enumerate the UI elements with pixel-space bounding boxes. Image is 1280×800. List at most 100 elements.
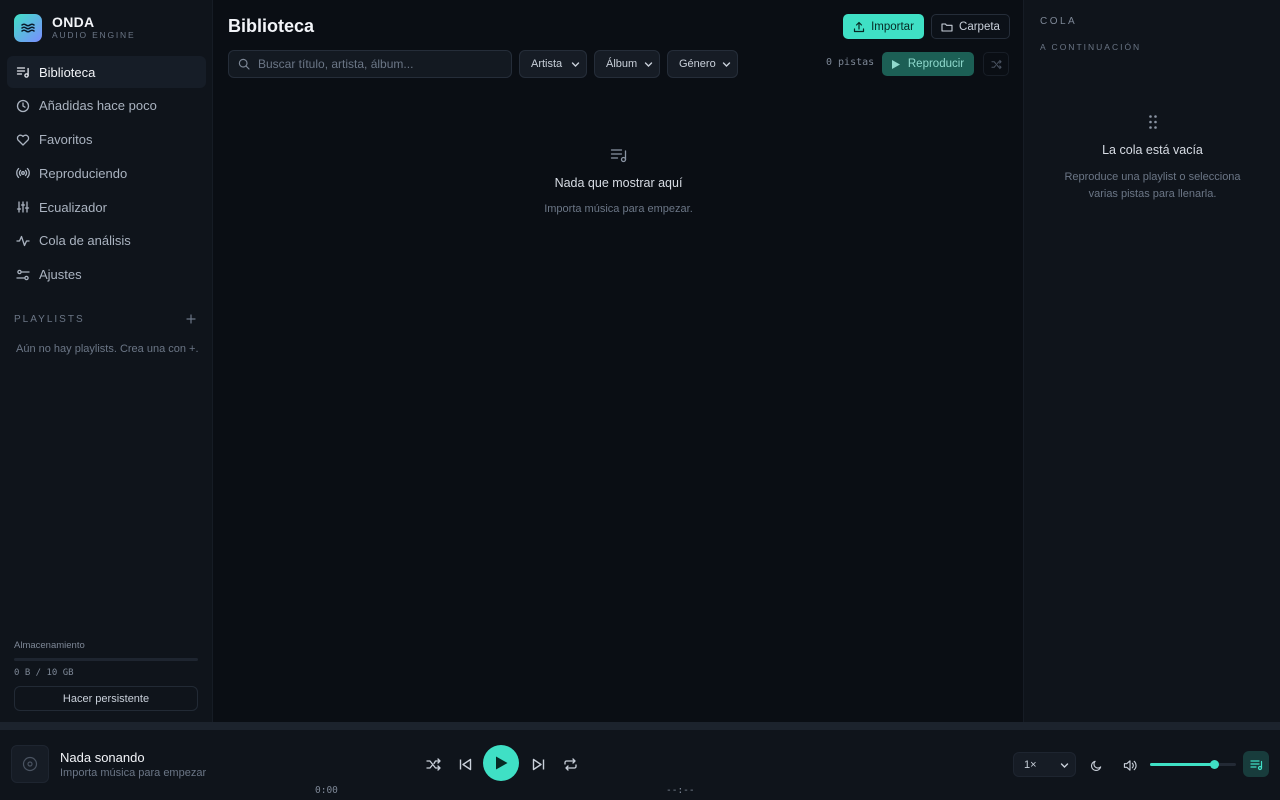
upload-icon xyxy=(853,21,865,32)
play-all-label: Reproducir xyxy=(907,58,965,70)
album-art xyxy=(11,745,49,783)
repeat-button[interactable] xyxy=(561,755,579,773)
settings-sliders-icon xyxy=(16,269,30,281)
add-playlist-button[interactable] xyxy=(186,313,196,325)
shuffle-button[interactable] xyxy=(424,755,442,773)
sidebar-nav: Biblioteca Añadidas hace poco Favoritos … xyxy=(7,56,206,293)
persist-storage-button[interactable]: Hacer persistente xyxy=(14,686,198,711)
sidebar: ONDA AUDIO ENGINE Biblioteca Añadidas ha… xyxy=(0,0,213,722)
sidebar-item-now-playing[interactable]: Reproduciendo xyxy=(7,157,206,189)
drag-grip-icon xyxy=(1148,115,1157,129)
sidebar-item-biblioteca[interactable]: Biblioteca xyxy=(7,56,206,88)
sidebar-item-equalizer[interactable]: Ecualizador xyxy=(7,191,206,223)
equalizer-icon xyxy=(16,201,30,213)
sidebar-item-analysis-queue[interactable]: Cola de análisis xyxy=(7,225,206,257)
now-playing-title: Nada sonando xyxy=(60,750,145,765)
play-all-button[interactable]: Reproducir xyxy=(882,52,974,76)
sidebar-item-label: Favoritos xyxy=(39,132,93,148)
sidebar-item-recent[interactable]: Añadidas hace poco xyxy=(7,90,206,122)
filter-label: Álbum xyxy=(606,58,638,70)
import-button-label: Importar xyxy=(871,20,914,33)
storage-label: Almacenamiento xyxy=(14,640,85,651)
filter-label: Artista xyxy=(531,58,563,70)
chevron-down-icon xyxy=(571,62,580,67)
queue-empty-title: La cola está vacía xyxy=(1102,143,1203,157)
brand: ONDA AUDIO ENGINE xyxy=(14,14,135,42)
heart-icon xyxy=(16,134,30,146)
search-icon xyxy=(238,58,250,70)
mute-button[interactable] xyxy=(1122,758,1138,772)
empty-state-subtitle: Importa música para empezar. xyxy=(544,203,693,215)
search-box xyxy=(228,50,512,78)
sidebar-item-label: Añadidas hace poco xyxy=(39,98,157,114)
queue-list-icon xyxy=(1249,759,1262,770)
playlists-title: PLAYLISTS xyxy=(14,313,85,325)
storage-value: 0 B / 10 GB xyxy=(14,668,74,678)
play-icon xyxy=(891,59,900,69)
main-content: Biblioteca Importar Carpeta Artista Álbu… xyxy=(214,0,1023,722)
skip-forward-icon xyxy=(532,758,544,770)
queue-empty-state: La cola está vacía Reproduce una playlis… xyxy=(1024,114,1280,203)
sidebar-item-settings[interactable]: Ajustes xyxy=(7,259,206,291)
sidebar-item-label: Reproduciendo xyxy=(39,165,128,181)
chevron-down-icon xyxy=(722,62,731,67)
folder-button[interactable]: Carpeta xyxy=(931,14,1010,39)
chevron-down-icon xyxy=(644,62,653,67)
folder-icon xyxy=(941,22,953,32)
now-playing-subtitle: Importa música para empezar xyxy=(60,767,207,779)
current-time: 0:00 xyxy=(315,785,338,796)
shuffle-icon xyxy=(425,757,441,771)
moon-icon xyxy=(1090,760,1101,771)
app-window: ONDA AUDIO ENGINE Biblioteca Añadidas ha… xyxy=(0,0,1280,800)
empty-state-title: Nada que mostrar aquí xyxy=(554,176,683,190)
queue-panel: COLA A CONTINUACIÓN La cola está vacía R… xyxy=(1023,0,1280,722)
player-bar: Nada sonando Importa música para empezar… xyxy=(0,722,1280,800)
track-count: 0 pistas xyxy=(826,57,875,68)
wave-logo-icon xyxy=(14,14,42,42)
volume-slider-thumb[interactable] xyxy=(1210,760,1219,769)
sidebar-item-label: Biblioteca xyxy=(39,64,96,80)
queue-title: COLA xyxy=(1040,16,1078,27)
brand-subtitle: AUDIO ENGINE xyxy=(52,30,136,40)
volume-slider-fill xyxy=(1150,763,1215,766)
sidebar-item-favorites[interactable]: Favoritos xyxy=(7,124,206,156)
sleep-timer-button[interactable] xyxy=(1089,758,1103,772)
sidebar-item-label: Ajustes xyxy=(39,267,82,283)
playlists-empty-text: Aún no hay playlists. Crea una con +. xyxy=(16,343,199,355)
filter-label: Género xyxy=(679,58,716,70)
toggle-queue-button[interactable] xyxy=(1243,751,1269,777)
folder-button-label: Carpeta xyxy=(959,20,1000,33)
sidebar-item-label: Cola de análisis xyxy=(39,233,131,249)
previous-button[interactable] xyxy=(456,755,474,773)
plus-icon xyxy=(186,314,196,324)
speed-value: 1× xyxy=(1024,758,1037,771)
queue-subtitle: A CONTINUACIÓN xyxy=(1040,42,1142,52)
sidebar-item-label: Ecualizador xyxy=(39,199,107,215)
queue-empty-subtitle: Reproduce una playlist o selecciona vari… xyxy=(1064,171,1241,200)
search-input[interactable] xyxy=(258,57,498,71)
library-icon xyxy=(610,149,626,163)
play-pause-button[interactable] xyxy=(483,745,519,781)
storage-bar xyxy=(14,658,198,661)
broadcast-icon xyxy=(16,168,30,179)
clock-icon xyxy=(16,99,30,112)
next-button[interactable] xyxy=(529,755,547,773)
page-title: Biblioteca xyxy=(228,16,315,36)
storage-panel: Almacenamiento 0 B / 10 GB Hacer persist… xyxy=(14,640,198,711)
play-icon xyxy=(495,756,507,770)
playback-speed-select[interactable]: 1× xyxy=(1013,752,1076,777)
album-filter-select[interactable]: Álbum xyxy=(594,50,660,78)
artist-filter-select[interactable]: Artista xyxy=(519,50,587,78)
import-button[interactable]: Importar xyxy=(843,14,924,39)
shuffle-icon xyxy=(990,59,1002,69)
repeat-icon xyxy=(563,757,577,771)
volume-icon xyxy=(1123,759,1137,771)
genre-filter-select[interactable]: Género xyxy=(667,50,738,78)
total-time: --:-- xyxy=(666,785,695,796)
volume-slider[interactable] xyxy=(1150,760,1236,769)
empty-state: Nada que mostrar aquí Importa música par… xyxy=(214,146,1023,215)
library-icon xyxy=(16,67,29,78)
chevron-down-icon xyxy=(1060,763,1069,768)
skip-back-icon xyxy=(459,758,471,770)
shuffle-all-button[interactable] xyxy=(983,52,1009,76)
